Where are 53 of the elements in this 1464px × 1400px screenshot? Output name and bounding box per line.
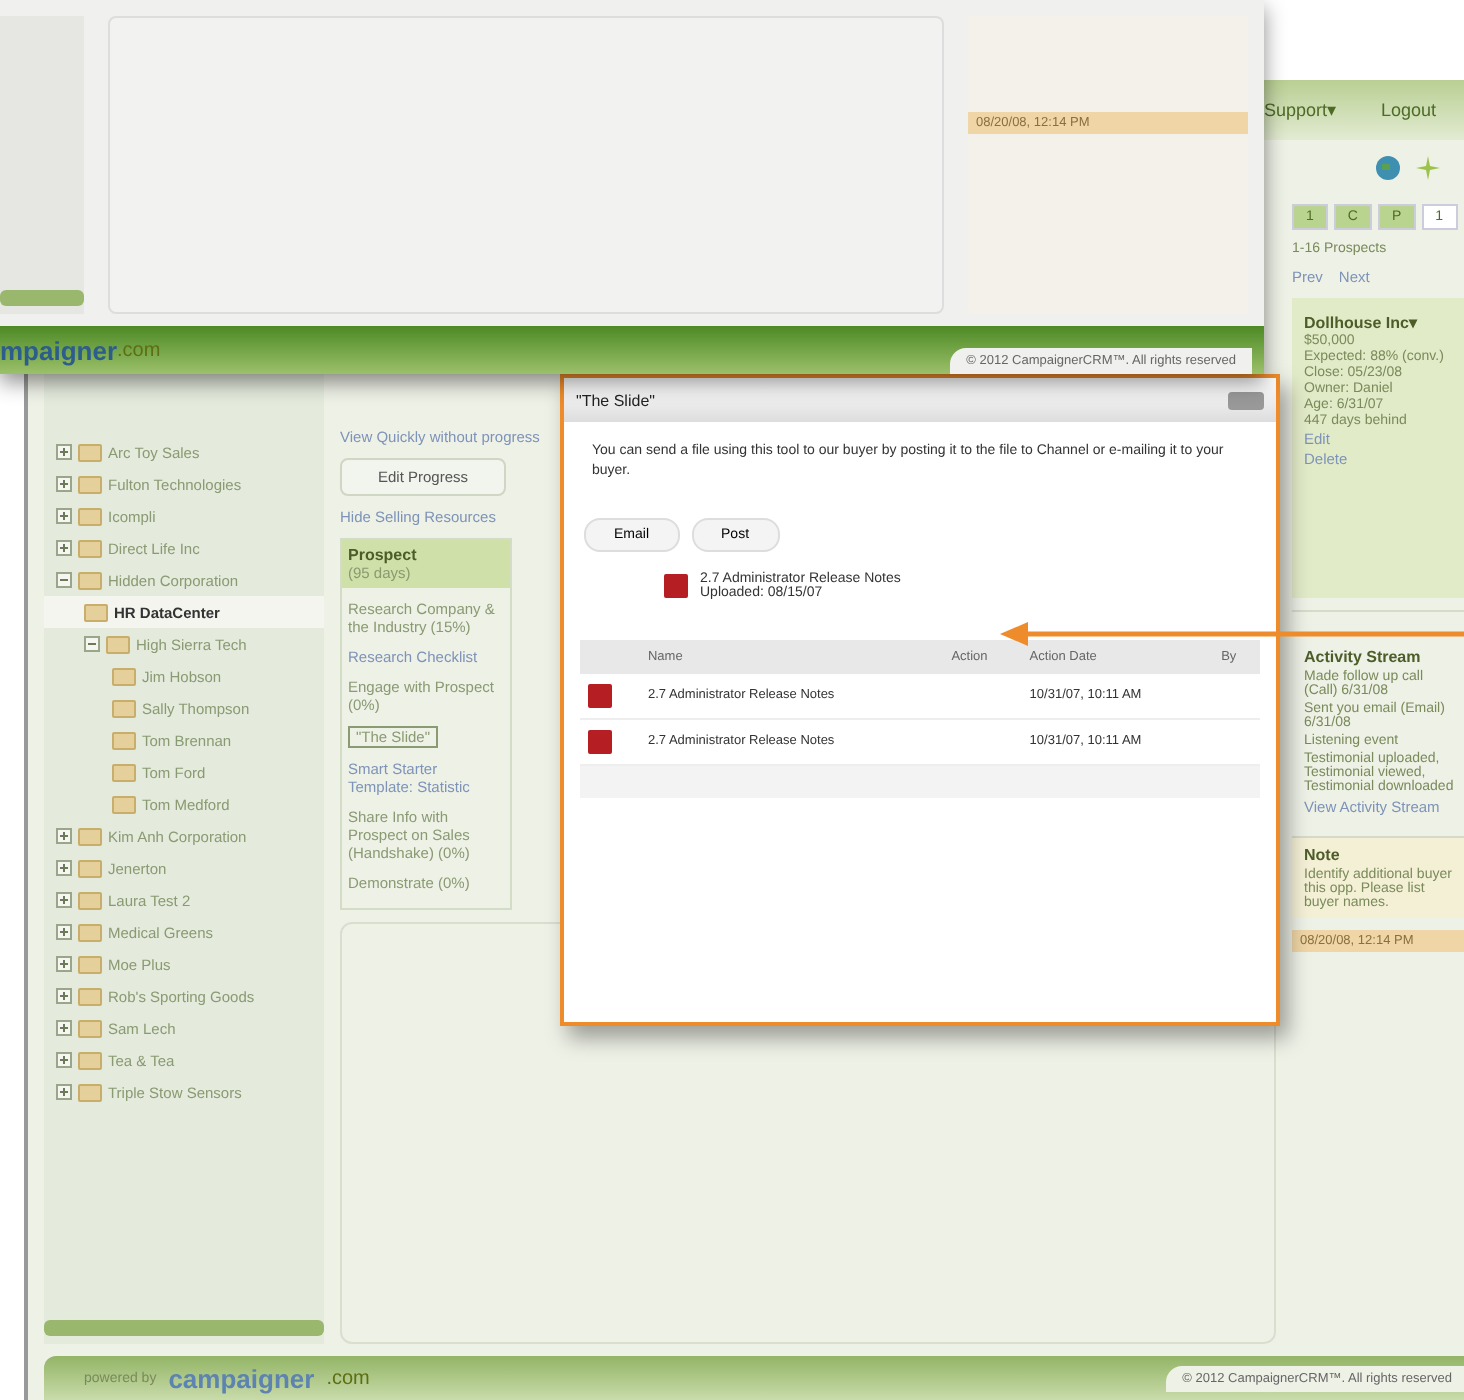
expand-icon[interactable] — [56, 988, 72, 1004]
expand-icon[interactable] — [56, 1020, 72, 1036]
pdf-icon — [664, 573, 688, 598]
expand-icon[interactable] — [56, 508, 72, 524]
expand-icon[interactable] — [56, 1084, 72, 1100]
expand-icon[interactable] — [56, 924, 72, 940]
close-button[interactable] — [1228, 391, 1264, 409]
stage-title: Prospect — [348, 546, 419, 564]
logo-text: campaigner — [168, 1363, 315, 1393]
note-title: Note — [1304, 846, 1342, 864]
logo-text: mpaigner — [0, 335, 118, 365]
folder-icon — [78, 1051, 102, 1069]
folder-icon — [78, 539, 102, 557]
deal-name: Dollhouse Inc▾ — [1304, 314, 1420, 332]
expand-icon[interactable] — [56, 1052, 72, 1068]
menu-link[interactable]: Logout — [1380, 100, 1436, 120]
expand-icon[interactable] — [56, 892, 72, 908]
folder-icon — [112, 731, 136, 749]
expand-icon[interactable] — [56, 444, 72, 460]
folder-icon — [78, 891, 102, 909]
folder-icon — [78, 923, 102, 941]
folder-icon — [112, 795, 136, 813]
folder-icon — [112, 667, 136, 685]
folder-icon — [78, 1019, 102, 1037]
folder-icon — [112, 699, 136, 717]
globe-icon[interactable] — [1376, 156, 1400, 180]
folder-icon — [78, 859, 102, 877]
folder-icon — [78, 443, 102, 461]
folder-icon — [78, 987, 102, 1005]
folder-icon — [78, 1083, 102, 1101]
expand-icon[interactable] — [56, 956, 72, 972]
folder-icon — [78, 827, 102, 845]
folder-icon — [78, 475, 102, 493]
dialog-title: "The Slide" — [576, 391, 655, 409]
folder-icon — [112, 763, 136, 781]
folder-icon — [78, 571, 102, 589]
menu-link[interactable]: Support▾ — [1263, 100, 1337, 120]
folder-icon — [78, 955, 102, 973]
logo-suffix: .com — [117, 339, 161, 361]
sidebar-footer-bar — [0, 290, 84, 306]
folder-icon — [84, 603, 108, 621]
folder-icon — [78, 507, 102, 525]
pdf-icon — [588, 729, 612, 754]
collapse-icon[interactable] — [56, 572, 72, 588]
collapse-icon[interactable] — [84, 636, 100, 652]
folder-icon — [106, 635, 130, 653]
activity-title: Activity Stream — [1304, 648, 1423, 666]
expand-icon[interactable] — [56, 828, 72, 844]
pdf-icon — [588, 683, 612, 708]
logo-suffix: .com — [326, 1367, 370, 1389]
expand-icon[interactable] — [56, 540, 72, 556]
expand-icon[interactable] — [56, 860, 72, 876]
expand-icon[interactable] — [56, 476, 72, 492]
